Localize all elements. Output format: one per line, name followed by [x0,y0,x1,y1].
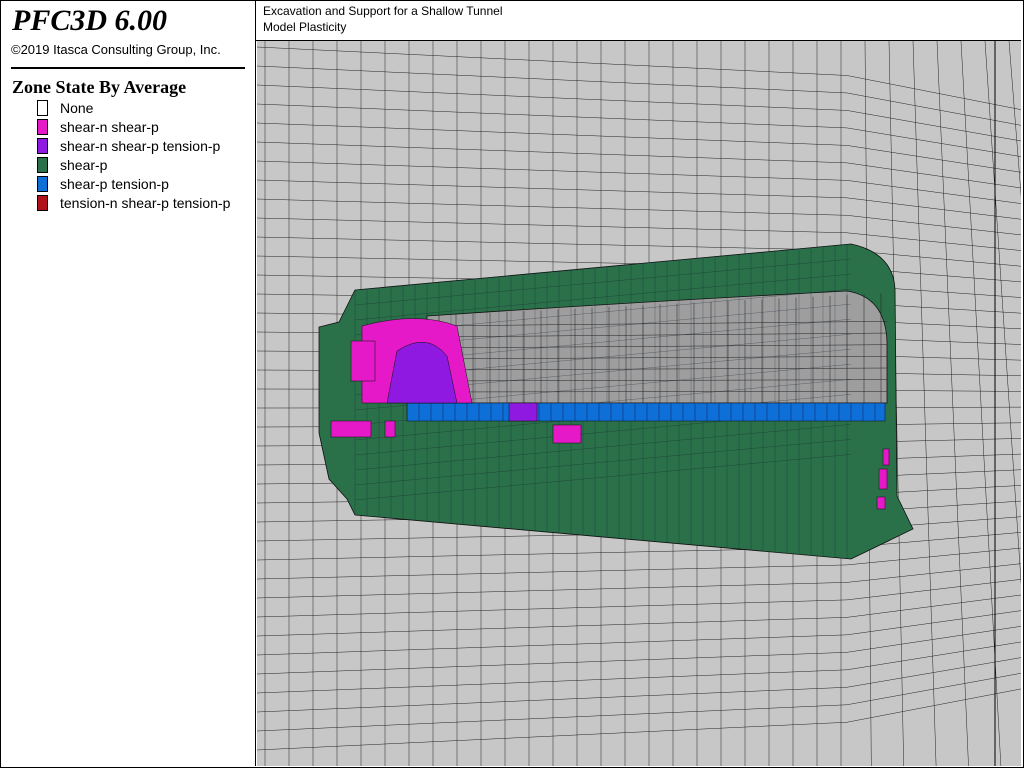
model-viewport[interactable] [257,41,1021,766]
app-title: PFC3D 6.00 [12,4,168,37]
legend-swatch [37,176,48,192]
legend-label: None [60,100,94,116]
shear-p-tension-p-band [406,402,886,422]
purple-zone [508,402,538,422]
legend-swatch [37,100,48,116]
magenta-zone [876,496,886,510]
legend-label: shear-p [60,157,108,173]
legend-label: shear-n shear-p tension-p [60,138,221,154]
blue-band [406,402,886,422]
model-render [257,41,1021,766]
copyright-text: ©2019 Itasca Consulting Group, Inc. [11,42,221,57]
plot-title: Excavation and Support for a Shallow Tun… [263,4,503,18]
legend-label: shear-n shear-p [60,119,159,135]
magenta-zone [552,424,582,444]
plot-subtitle: Model Plasticity [263,20,347,34]
magenta-zone [384,420,396,438]
legend-label: shear-p tension-p [60,176,169,192]
legend-swatch [37,138,48,154]
legend-swatch [37,195,48,211]
magenta-zone [330,420,372,438]
legend-panel: PFC3D 6.00 ©2019 Itasca Consulting Group… [1,1,256,766]
legend-swatch [37,157,48,173]
plot-header: Excavation and Support for a Shallow Tun… [256,1,1021,41]
legend-title: Zone State By Average [12,77,187,97]
magenta-zone [882,448,890,466]
legend-label: tension-n shear-p tension-p [60,195,231,211]
divider [11,67,245,69]
magenta-zone [878,468,888,490]
magenta-zone [350,340,376,382]
legend-swatch [37,119,48,135]
